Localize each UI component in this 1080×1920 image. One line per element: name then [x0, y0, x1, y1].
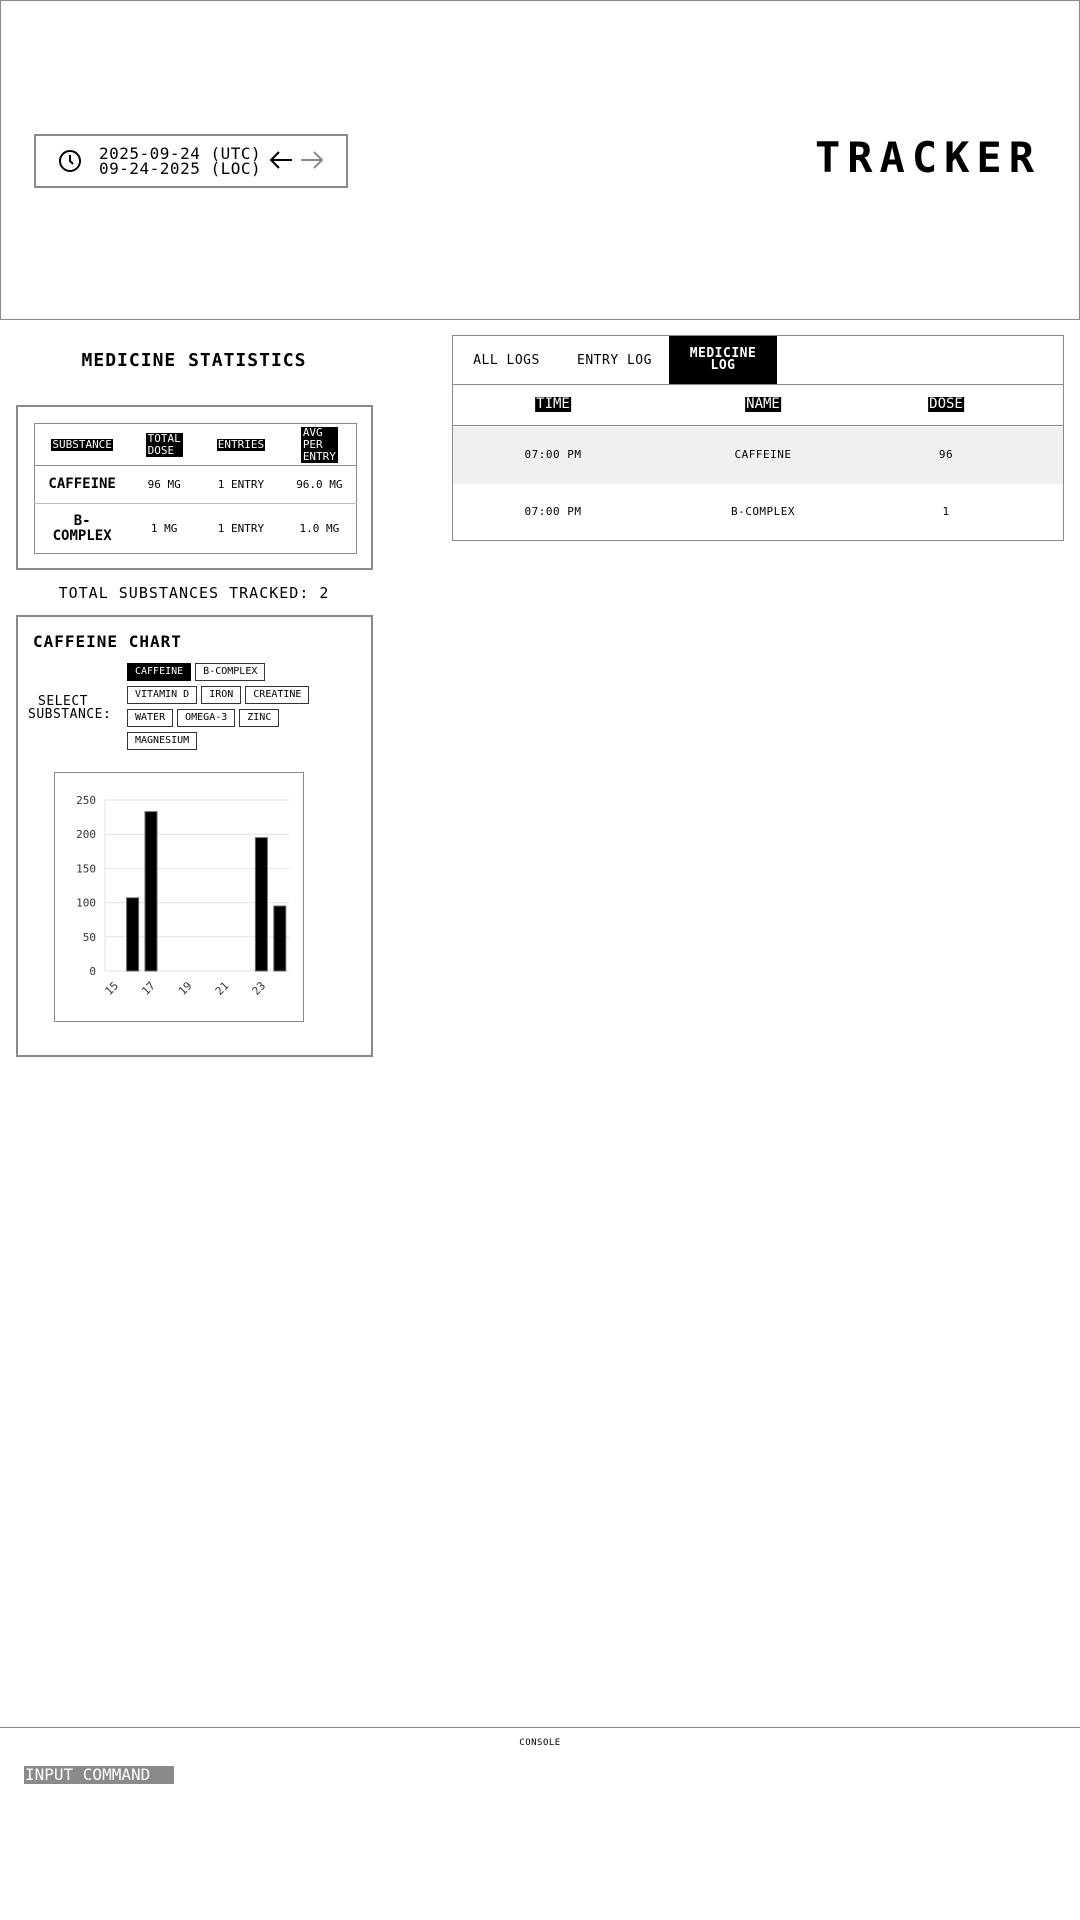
chip-magnesium[interactable]: MAGNESIUM: [127, 732, 198, 750]
date-local: 09-24-2025 (LOC): [99, 159, 262, 178]
y-tick-label: 100: [76, 897, 96, 910]
y-tick-label: 250: [76, 794, 96, 807]
log-header-row: TIME NAME DOSE: [453, 385, 1063, 426]
chip-caffeine[interactable]: CAFFEINE: [127, 663, 192, 681]
col-avg-per-entry: AVG PER ENTRY: [282, 423, 357, 466]
avg-dose: 1.0 MG: [299, 522, 340, 535]
col-total-dose: TOTAL DOSE: [129, 423, 200, 466]
date-display: 2025-09-24 (UTC) 09-24-2025 (LOC): [99, 146, 262, 178]
statistics-title: MEDICINE STATISTICS: [81, 350, 307, 371]
command-input[interactable]: [24, 1766, 174, 1784]
log-name: CAFFEINE: [734, 448, 792, 461]
tab-medicine-log[interactable]: MEDICINE LOG: [669, 336, 777, 384]
clock-icon: [59, 150, 81, 172]
statistics-panel: SUBSTANCE TOTAL DOSE ENTRIES AVG PER ENTRY …: [16, 405, 373, 570]
console-panel: CONSOLE: [0, 1727, 1080, 1920]
chart-bar: [144, 811, 158, 972]
x-tick-label: 19: [176, 979, 195, 998]
log-time: 07:00 PM: [524, 448, 582, 461]
x-tick-label: 23: [250, 979, 269, 998]
table-row[interactable]: 07:00 PM B-COMPLEX 1: [453, 484, 1063, 541]
chart-bar: [126, 897, 140, 972]
x-tick-label: 21: [213, 979, 232, 998]
select-substance-label: SELECT SUBSTANCE:: [28, 694, 112, 722]
statistics-header-row: SUBSTANCE TOTAL DOSE ENTRIES AVG PER ENTRY: [34, 423, 357, 466]
x-tick-label: 15: [102, 979, 121, 998]
col-time: TIME: [535, 396, 571, 412]
log-name: B-COMPLEX: [730, 505, 796, 518]
col-name: NAME: [745, 396, 781, 412]
chip-zinc[interactable]: ZINC: [239, 709, 280, 727]
tab-entry-log[interactable]: ENTRY LOG: [560, 336, 669, 384]
chart-bar: [254, 837, 268, 972]
chart-title: CAFFEINE CHART: [33, 632, 182, 651]
log-time: 07:00 PM: [524, 505, 582, 518]
chart-bar: [273, 905, 287, 972]
medicine-log-table: TIME NAME DOSE 07:00 PM CAFFEINE 96 07:0…: [452, 384, 1064, 541]
y-tick-label: 200: [76, 828, 96, 841]
col-substance: SUBSTANCE: [34, 423, 130, 466]
table-row[interactable]: 07:00 PM CAFFEINE 96: [453, 427, 1063, 484]
chip-creatine[interactable]: CREATINE: [245, 686, 310, 704]
y-tick-label: 50: [83, 931, 96, 944]
col-dose: DOSE: [928, 396, 964, 412]
entry-count: 1 ENTRY: [199, 465, 283, 504]
arrow-left-icon[interactable]: [268, 149, 294, 171]
chart-panel: CAFFEINE CHART SELECT SUBSTANCE: CAFFEIN…: [16, 615, 373, 1057]
chip-iron[interactable]: IRON: [201, 686, 242, 704]
total-substances-tracked: TOTAL SUBSTANCES TRACKED: 2: [58, 584, 330, 602]
console-label: CONSOLE: [519, 1738, 561, 1748]
substance-chip-group: CAFFEINE B-COMPLEX VITAMIN D IRON CREATI…: [127, 663, 337, 750]
chart-svg: 0 50 100 150 200 250 15 17 19 21 23: [76, 794, 289, 998]
chip-water[interactable]: WATER: [127, 709, 174, 727]
table-row: CAFFEINE 96 MG 1 ENTRY 96.0 MG: [34, 465, 357, 504]
y-tick-label: 0: [89, 965, 96, 978]
substance-name: B- COMPLEX: [52, 512, 112, 544]
date-navigator: 2025-09-24 (UTC) 09-24-2025 (LOC): [34, 134, 348, 188]
chip-omega-3[interactable]: OMEGA-3: [177, 709, 236, 727]
tab-all-logs[interactable]: ALL LOGS: [453, 336, 560, 384]
avg-dose: 96.0 MG: [282, 465, 357, 504]
total-dose: 1 MG: [150, 522, 178, 535]
statistics-table: SUBSTANCE TOTAL DOSE ENTRIES AVG PER ENTRY …: [34, 423, 357, 554]
entry-count: 1 ENTRY: [217, 522, 265, 535]
x-tick-label: 17: [139, 979, 158, 998]
chip-b-complex[interactable]: B-COMPLEX: [195, 663, 266, 681]
log-dose: 1: [942, 505, 950, 518]
app-title: TRACKER: [814, 133, 1041, 182]
table-row: B- COMPLEX 1 MG 1 ENTRY 1.0 MG: [35, 504, 357, 554]
col-entries: ENTRIES: [199, 423, 283, 466]
log-tab-bar: ALL LOGS ENTRY LOG MEDICINE LOG: [452, 335, 1064, 385]
y-tick-label: 150: [76, 862, 96, 875]
substance-name: CAFFEINE: [34, 465, 130, 504]
total-dose: 96 MG: [129, 465, 200, 504]
log-dose: 96: [938, 448, 954, 461]
caffeine-bar-chart: 0 50 100 150 200 250 15 17 19 21 23: [54, 772, 304, 1022]
arrow-right-icon[interactable]: [299, 149, 325, 171]
chip-vitamin-d[interactable]: VITAMIN D: [127, 686, 198, 704]
header-bar: 2025-09-24 (UTC) 09-24-2025 (LOC) TRACKE…: [0, 0, 1080, 320]
